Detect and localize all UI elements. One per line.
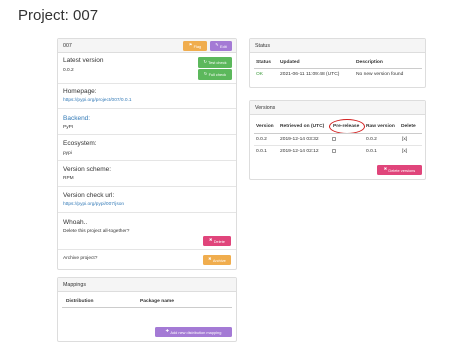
page-title: Project: 007 — [18, 7, 99, 24]
add-distribution-mapping-button[interactable]: ✚ Add new distribution mapping — [155, 327, 232, 337]
delete-versions-button[interactable]: ✖ Delete versions — [377, 165, 422, 175]
divider — [58, 160, 236, 161]
backend-value: PyPI — [63, 125, 74, 130]
divider — [58, 83, 236, 84]
column-header-package-name: Package name — [140, 299, 174, 304]
divider — [254, 133, 422, 134]
retrieved-cell: 2019-12-14 03:32 — [280, 137, 319, 142]
pre-release-checkbox[interactable] — [332, 149, 336, 153]
column-header-description: Description — [356, 60, 383, 65]
status-panel: Status Status Updated Description OK 202… — [249, 38, 426, 88]
column-header-retrieved-on: Retrieved on (UTC) — [280, 124, 325, 129]
mappings-panel-title: Mappings — [63, 282, 86, 288]
status-value: OK — [256, 72, 264, 77]
annotation-ring — [329, 119, 365, 134]
versions-panel-title: Versions — [255, 105, 276, 111]
column-header-status: Status — [256, 60, 271, 65]
divider — [62, 307, 232, 308]
homepage-label: Homepage: — [63, 88, 97, 95]
versions-panel-header: Versions — [250, 101, 425, 115]
project-panel: 007 ⚑ Flag ✎ Edit Latest version 0.0.2 ↻ Te… — [57, 38, 237, 270]
column-header-raw-version: Raw version — [366, 124, 395, 129]
delete-version-link[interactable]: [x] — [402, 137, 407, 142]
column-header-distribution: Distribution — [66, 299, 94, 304]
version-check-url-label: Version check url: — [63, 192, 115, 199]
column-header-version: Version — [256, 124, 274, 129]
column-header-delete: Delete — [401, 124, 416, 129]
updated-value: 2021-06-11 11:09:48 (UTC) — [280, 72, 340, 77]
version-check-url-link[interactable]: https://pypi.org/pypi/007/json — [63, 202, 124, 207]
status-panel-title: Status — [255, 43, 271, 49]
flag-button[interactable]: ⚑ Flag — [183, 41, 207, 51]
edit-button[interactable]: ✎ Edit — [210, 41, 232, 51]
raw-version-cell: 0.0.1 — [366, 149, 377, 154]
latest-version-label: Latest version — [63, 57, 104, 64]
delete-version-link[interactable]: [x] — [402, 149, 407, 154]
divider — [58, 186, 236, 187]
retrieved-cell: 2019-12-14 02:12 — [280, 149, 319, 154]
project-panel-title: 007 — [63, 43, 72, 49]
ecosystem-value: pypi — [63, 151, 72, 156]
backend-label[interactable]: Backend: — [63, 115, 90, 122]
full-check-button[interactable]: ↻ Full check — [198, 69, 232, 80]
delete-project-button[interactable]: ✖ Delete — [203, 236, 231, 246]
pencil-icon: ✎ — [215, 43, 219, 48]
ecosystem-label: Ecosystem: — [63, 140, 97, 147]
version-cell: 0.0.1 — [256, 149, 267, 154]
mappings-panel-header: Mappings — [58, 278, 236, 292]
delete-question: Delete this project all-together? — [63, 229, 130, 234]
close-icon: ✖ — [209, 238, 213, 243]
flag-icon: ⚑ — [188, 43, 193, 48]
whoah-label: Whoah.. — [63, 219, 88, 226]
plus-icon: ✚ — [165, 329, 169, 334]
raw-version-cell: 0.0.2 — [366, 137, 377, 142]
homepage-link[interactable]: https://pypi.org/project/007/0.0.1 — [63, 98, 132, 103]
status-panel-header: Status — [250, 39, 425, 53]
divider — [254, 68, 422, 69]
pre-release-checkbox[interactable] — [332, 137, 336, 141]
versions-panel: Versions Version Retrieved on (UTC) Pre-… — [249, 100, 426, 180]
divider — [58, 212, 236, 213]
archive-button[interactable]: ✖ Archive — [203, 255, 231, 265]
version-scheme-label: Version scheme: — [63, 166, 112, 173]
divider — [58, 249, 236, 250]
mappings-panel: Mappings Distribution Package name ✚ Add … — [57, 277, 237, 342]
divider — [254, 145, 422, 146]
refresh-icon: ↻ — [203, 59, 207, 64]
latest-version-value: 0.0.2 — [63, 68, 74, 73]
version-scheme-value: RPM — [63, 176, 74, 181]
close-icon: ✖ — [383, 167, 387, 172]
refresh-icon: ↻ — [203, 71, 208, 76]
divider — [58, 108, 236, 109]
column-header-updated: Updated — [280, 60, 300, 65]
close-icon: ✖ — [208, 257, 212, 262]
description-value: No new version found — [356, 72, 404, 77]
divider — [58, 134, 236, 135]
test-check-button[interactable]: ↻ Test check — [198, 57, 232, 68]
archive-question: Archive project? — [63, 256, 98, 261]
version-cell: 0.0.2 — [256, 137, 267, 142]
